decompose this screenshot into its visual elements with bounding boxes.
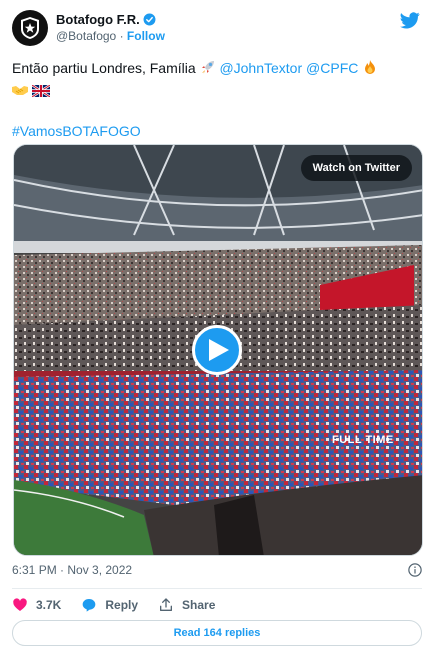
rocket-emoji-icon	[200, 59, 216, 80]
handle-separator: ·	[119, 29, 124, 43]
play-button[interactable]	[192, 325, 242, 375]
mention-johntextor[interactable]: @JohnTextor	[219, 60, 302, 76]
action-bar: 3.7K Reply Share	[12, 594, 235, 616]
tweet-card: Botafogo F.R. @Botafogo · Follow Então p…	[0, 0, 434, 653]
heart-icon	[13, 598, 27, 611]
reply-bubble-icon	[83, 599, 96, 612]
botafogo-crest-icon	[21, 17, 39, 39]
scoreboard-text: FULL TIME	[332, 434, 394, 446]
like-count: 3.7K	[36, 598, 62, 612]
hashtag-vamosbotafogo[interactable]: #VamosBOTAFOGO	[12, 123, 141, 139]
share-label: Share	[182, 598, 216, 612]
read-replies-button[interactable]: Read 164 replies	[12, 620, 422, 646]
fire-emoji-icon	[362, 59, 378, 80]
reply-label: Reply	[105, 598, 139, 612]
author-names: Botafogo F.R. @Botafogo · Follow	[56, 11, 165, 45]
tweet-header: Botafogo F.R. @Botafogo · Follow	[12, 10, 422, 46]
display-name[interactable]: Botafogo F.R.	[56, 12, 140, 27]
tweet-body-text: Então partiu Londres, Família	[12, 60, 200, 76]
like-button[interactable]: 3.7K	[12, 597, 61, 613]
mention-cpfc[interactable]: @CPFC	[306, 60, 358, 76]
share-icon	[160, 598, 173, 611]
author-handle[interactable]: @Botafogo	[56, 29, 116, 43]
twitter-bird-icon[interactable]	[400, 12, 420, 29]
hashtag-line: #VamosBOTAFOGO	[12, 121, 141, 141]
reply-button[interactable]: Reply	[81, 597, 138, 613]
follow-button[interactable]: Follow	[127, 29, 165, 43]
verified-badge-icon	[143, 13, 156, 26]
tweet-meta: 6:31 PM · Nov 3, 2022	[12, 563, 422, 581]
play-icon	[209, 339, 229, 361]
watch-on-twitter-button[interactable]: Watch on Twitter	[300, 155, 412, 181]
timestamp[interactable]: 6:31 PM · Nov 3, 2022	[12, 563, 132, 577]
info-icon[interactable]	[408, 563, 422, 577]
avatar[interactable]	[12, 10, 48, 46]
video-player[interactable]: FULL TIME Watch on Twitter	[13, 144, 423, 556]
uk-flag-emoji-icon	[31, 82, 51, 102]
share-button[interactable]: Share	[158, 597, 215, 613]
handshake-emoji-icon	[12, 82, 28, 102]
tweet-text: Então partiu Londres, Família @JohnTexto…	[12, 58, 422, 102]
divider	[12, 588, 422, 589]
